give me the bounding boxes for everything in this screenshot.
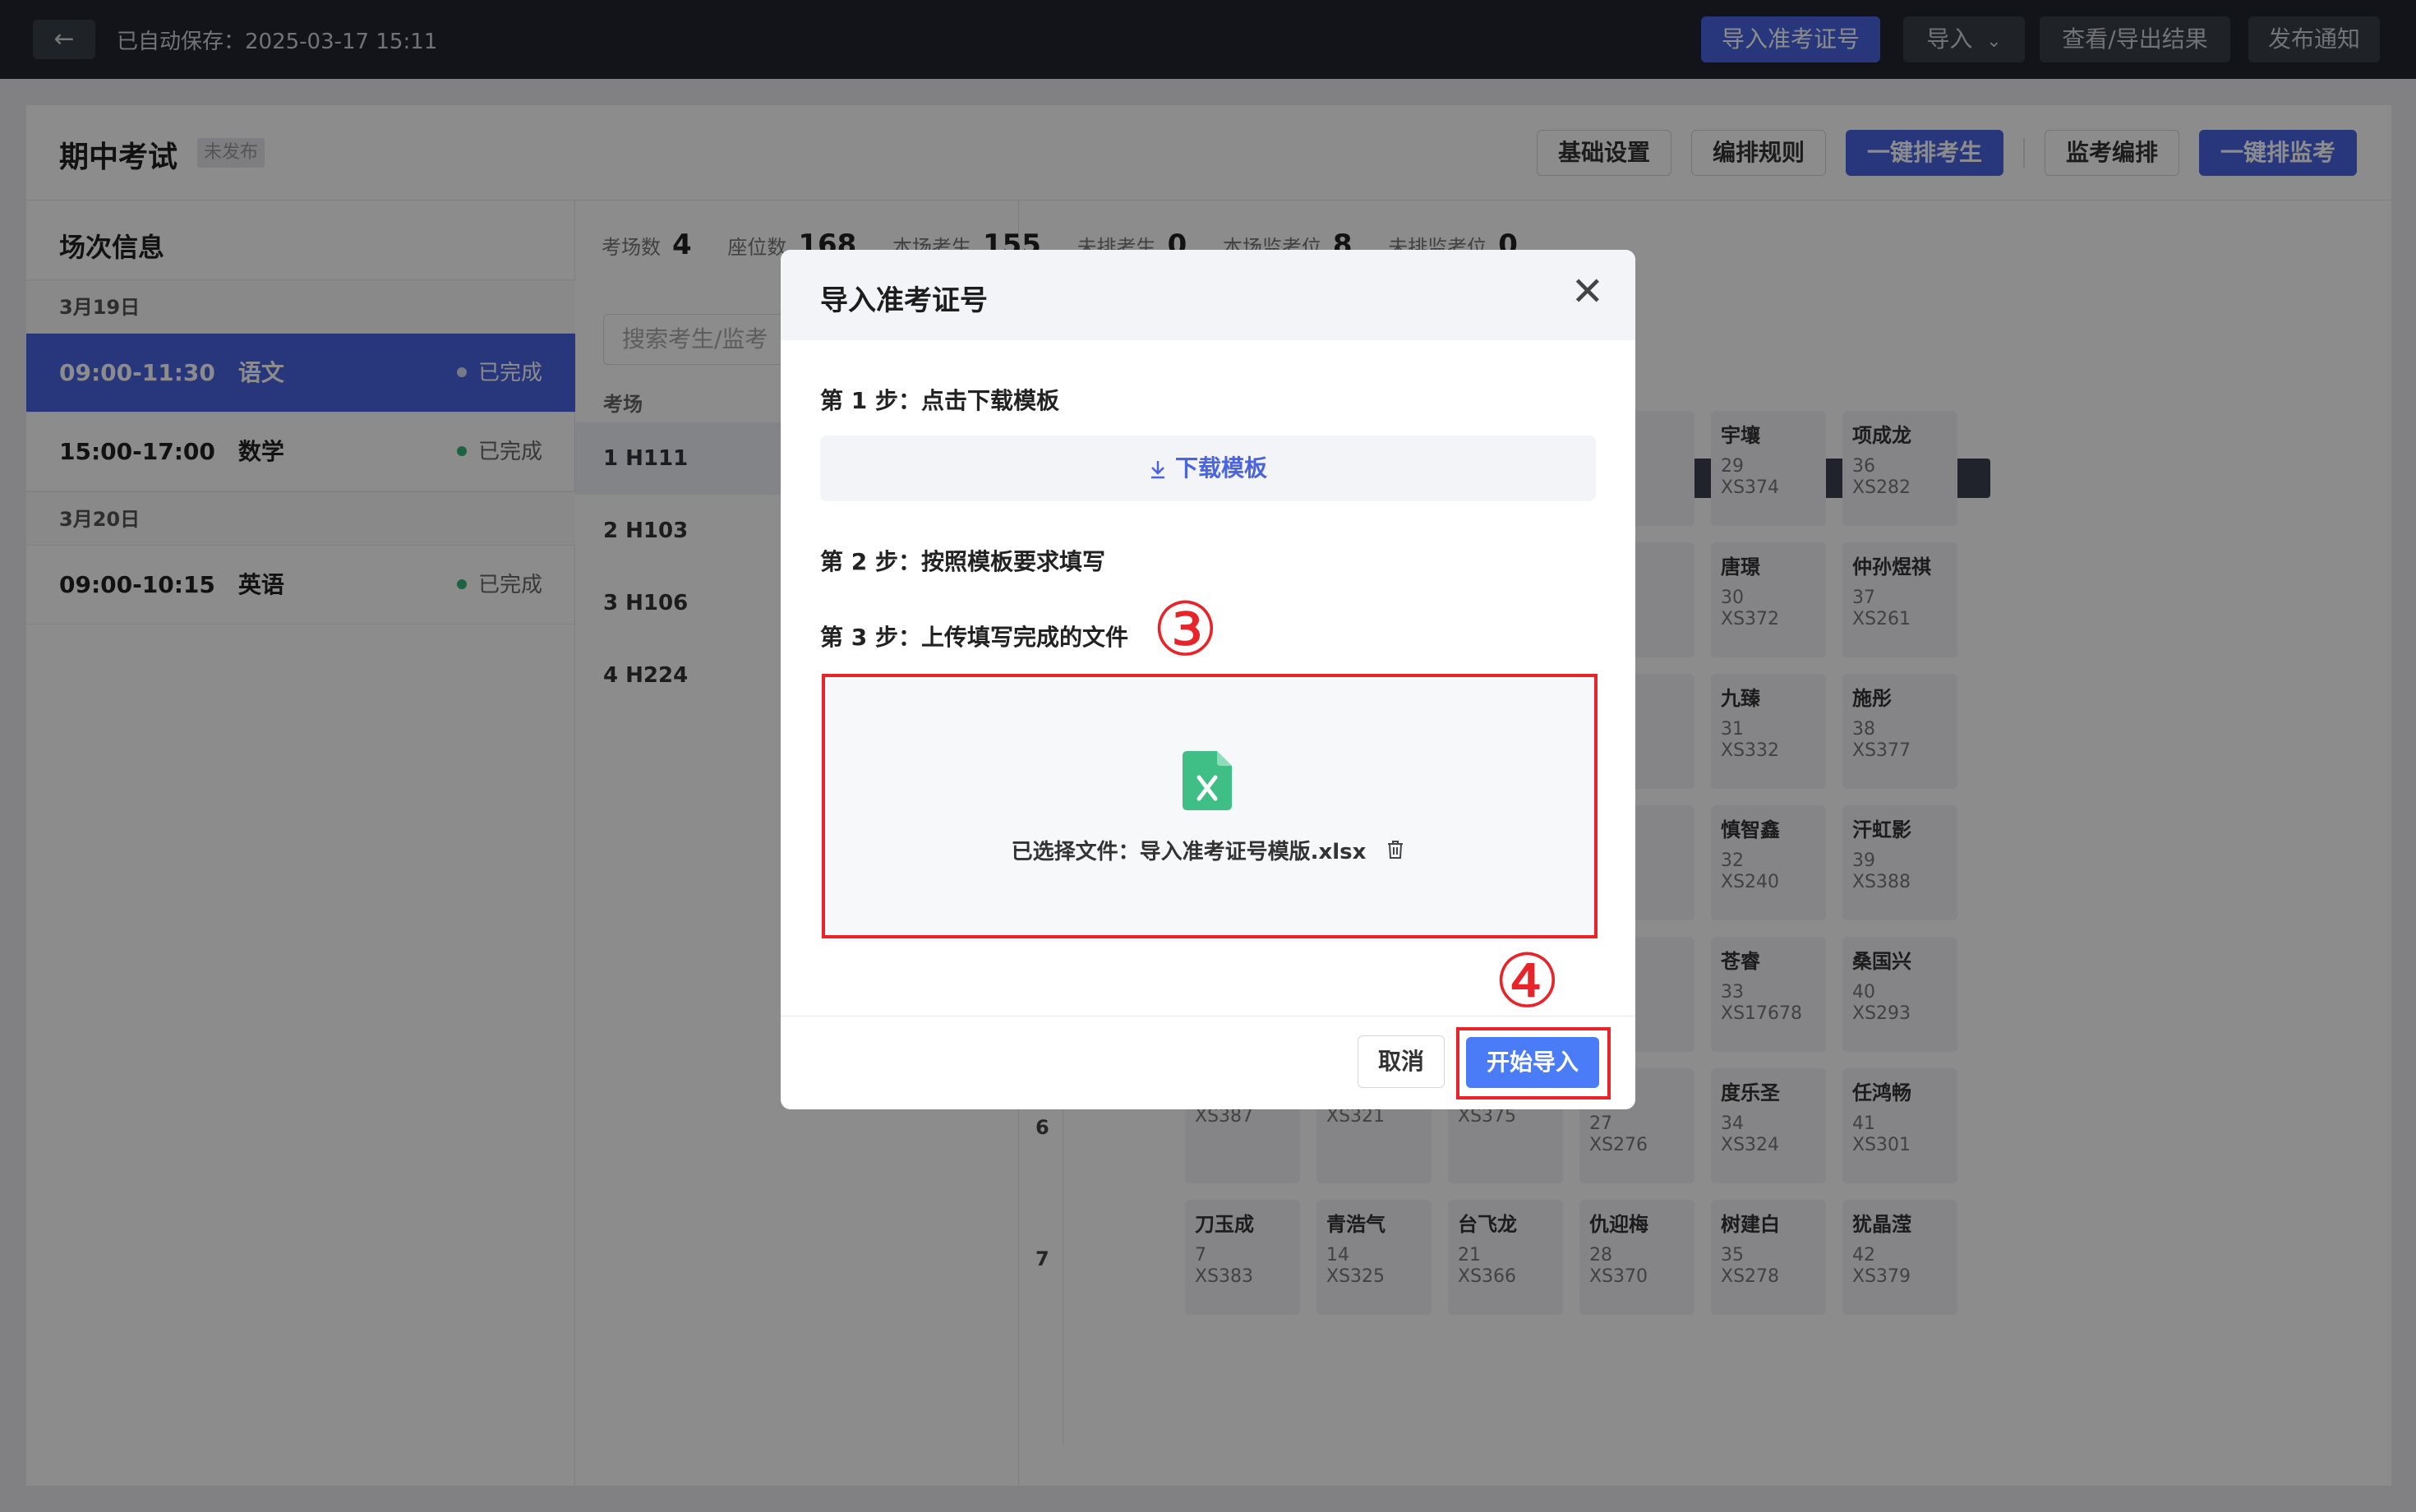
close-icon[interactable]: ✕ bbox=[1571, 271, 1604, 312]
download-template-button[interactable]: 下载模板 bbox=[820, 436, 1596, 501]
dialog-header: 导入准考证号 ✕ bbox=[781, 250, 1635, 340]
step-2-label: 第 2 步：按照模板要求填写 bbox=[820, 548, 1105, 575]
step-1-label: 第 1 步：点击下载模板 bbox=[820, 387, 1059, 414]
dialog-title: 导入准考证号 bbox=[820, 284, 988, 317]
annotation-box-start bbox=[1456, 1027, 1611, 1099]
cancel-button[interactable]: 取消 bbox=[1358, 1035, 1445, 1088]
annotation-box-upload bbox=[822, 674, 1598, 938]
annotation-number-3: ③ bbox=[1152, 587, 1219, 673]
step-3-label: 第 3 步：上传填写完成的文件 bbox=[820, 624, 1128, 651]
download-icon bbox=[1149, 436, 1167, 501]
annotation-number-4: ④ bbox=[1494, 938, 1561, 1025]
download-template-label: 下载模板 bbox=[1174, 454, 1267, 482]
